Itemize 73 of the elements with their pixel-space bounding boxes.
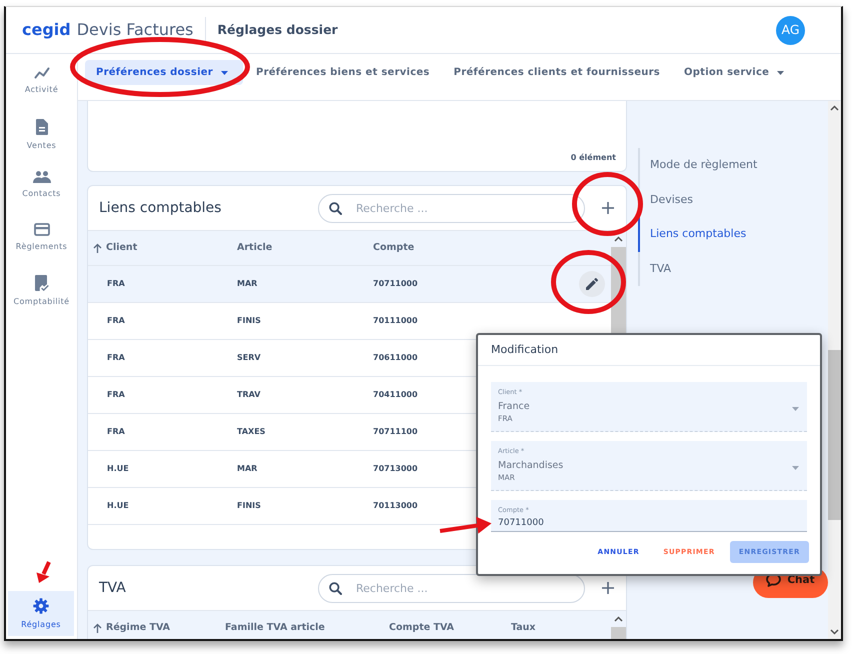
column-header[interactable]: Compte TVA: [384, 611, 506, 639]
table-cell-text: 70111000: [372, 315, 418, 327]
section-title: Liens comptables: [99, 198, 222, 218]
caret-down-icon: [792, 407, 799, 411]
anchor-link[interactable]: Devises: [638, 182, 828, 217]
sidebar-item[interactable]: Ventes: [6, 112, 77, 164]
column-header[interactable]: Régime TVA: [88, 611, 220, 639]
column-header[interactable]: Compte: [368, 231, 414, 265]
sidebar-item[interactable]: Contacts: [6, 164, 77, 216]
table-cell-text: FRA: [106, 426, 126, 438]
anchor-link[interactable]: Mode de règlement: [638, 148, 828, 182]
people-icon: [32, 171, 50, 183]
table-cell-text: H.UE: [106, 463, 130, 475]
table-cell-text: FINIS: [236, 315, 262, 327]
tab[interactable]: Préférences biens et services: [244, 60, 441, 85]
table-cell-text: 70113000: [372, 500, 418, 512]
ledger-check-icon: [34, 275, 48, 291]
table-cell-text: H.UE: [106, 500, 130, 512]
table-cell-text: FRA: [106, 352, 126, 364]
tab[interactable]: Préférences dossier: [85, 60, 243, 85]
chevron-down-icon[interactable]: [830, 629, 839, 635]
chevron-up-icon[interactable]: [614, 616, 623, 622]
plus-icon: [602, 202, 614, 214]
chevron-up-icon[interactable]: [830, 105, 839, 111]
search-field[interactable]: Recherche ...: [318, 574, 585, 602]
user-avatar[interactable]: AG: [776, 16, 805, 44]
sidebar-item[interactable]: Comptabilité: [6, 268, 77, 320]
scrollbar-thumb[interactable]: [828, 350, 841, 520]
plus-icon: [602, 582, 614, 594]
sidebar-item[interactable]: Activité: [6, 60, 77, 112]
table-cell-text: MAR: [236, 278, 258, 290]
item-count: 0 élément: [570, 152, 616, 164]
table-cell-text: FRA: [106, 389, 126, 401]
tab[interactable]: Préférences clients et fournisseurs: [442, 60, 671, 85]
brand-name: cegid: [22, 19, 71, 41]
table-cell-text: FINIS: [236, 500, 262, 512]
table-cell-text: MAR: [236, 463, 258, 475]
field-value: Marchandises: [498, 459, 564, 473]
table-cell-text: 70711000: [372, 278, 418, 290]
table-cell-text: SERV: [236, 352, 262, 364]
sidebar-item[interactable]: Règlements: [6, 216, 77, 268]
chevron-up-icon[interactable]: [614, 236, 623, 242]
document-icon: [36, 119, 48, 135]
product-name: Devis Factures: [76, 19, 194, 41]
tab[interactable]: Option service: [673, 60, 800, 85]
settings-icon: [33, 598, 49, 614]
column-header[interactable]: Client: [88, 231, 232, 265]
column-header[interactable]: Famille TVA article: [220, 611, 384, 639]
table-cell-text: FRA: [106, 315, 126, 327]
section-title: TVA: [99, 578, 126, 598]
sidebar-item[interactable]: Réglages: [8, 591, 74, 636]
dialog-title: Modification: [478, 335, 820, 366]
caret-down-icon: [792, 466, 799, 470]
table-cell-text: TRAV: [236, 389, 262, 401]
trend-line-icon: [34, 67, 50, 79]
field-value: France: [498, 400, 531, 414]
table-cell-text: TAXES: [236, 426, 266, 438]
search-icon: [329, 202, 342, 214]
table-cell-text: 70611000: [372, 352, 418, 364]
table-cell-text: 70411000: [372, 389, 418, 401]
anchor-link[interactable]: TVA: [638, 252, 828, 286]
table-cell-text: FRA: [106, 278, 126, 290]
column-header[interactable]: Taux: [506, 611, 536, 639]
search-icon: [329, 582, 342, 594]
table-cell-text: 70713000: [372, 463, 418, 475]
table-row[interactable]: FRA MAR 70711000: [88, 266, 611, 303]
page-title: Réglages dossier: [217, 20, 338, 39]
table-cell-text: 70711100: [372, 426, 418, 438]
credit-card-icon: [34, 223, 50, 236]
pencil-icon: [586, 278, 598, 290]
search-field[interactable]: Recherche ...: [318, 194, 585, 222]
column-header[interactable]: Article: [232, 231, 368, 265]
edit-button[interactable]: [579, 271, 605, 297]
